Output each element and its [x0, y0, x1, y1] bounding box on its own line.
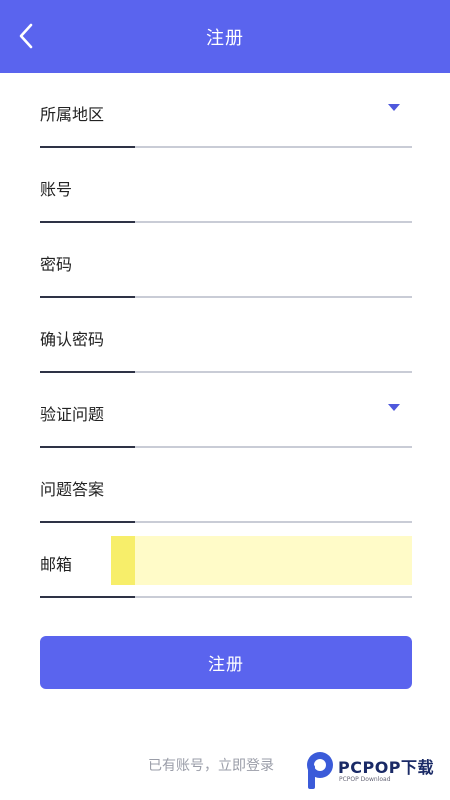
account-label: 账号	[40, 180, 73, 199]
email-field: 邮箱	[40, 523, 412, 598]
password-input[interactable]	[135, 241, 412, 281]
pcpop-logo-icon	[307, 752, 333, 789]
security-question-label: 验证问题	[40, 405, 105, 424]
watermark: PCPOP下载 PCPOP Download	[305, 748, 445, 792]
region-field[interactable]: 所属地区	[40, 73, 412, 148]
cursor-highlight	[111, 536, 135, 585]
watermark-brand: PCPOP下载	[338, 758, 435, 777]
account-field: 账号	[40, 148, 412, 223]
answer-input[interactable]	[135, 466, 412, 506]
register-button[interactable]: 注册	[40, 636, 412, 689]
region-label: 所属地区	[40, 105, 105, 124]
confirm-password-field: 确认密码	[40, 298, 412, 373]
field-underline	[40, 596, 135, 598]
answer-label: 问题答案	[40, 480, 105, 499]
page-title: 注册	[206, 28, 244, 49]
confirm-password-label: 确认密码	[40, 330, 105, 349]
email-input[interactable]	[135, 541, 412, 581]
account-input[interactable]	[135, 166, 412, 206]
confirm-password-input[interactable]	[135, 316, 412, 356]
login-link[interactable]: 已有账号，立即登录	[148, 755, 274, 775]
answer-field: 问题答案	[40, 448, 412, 523]
caret-down-icon[interactable]	[388, 104, 400, 111]
app-header: 注册	[0, 0, 450, 73]
caret-down-icon[interactable]	[388, 404, 400, 411]
email-label: 邮箱	[40, 555, 73, 574]
password-label: 密码	[40, 255, 73, 274]
watermark-sub: PCPOP Download	[339, 776, 391, 783]
security-question-field[interactable]: 验证问题	[40, 373, 412, 448]
password-field: 密码	[40, 223, 412, 298]
